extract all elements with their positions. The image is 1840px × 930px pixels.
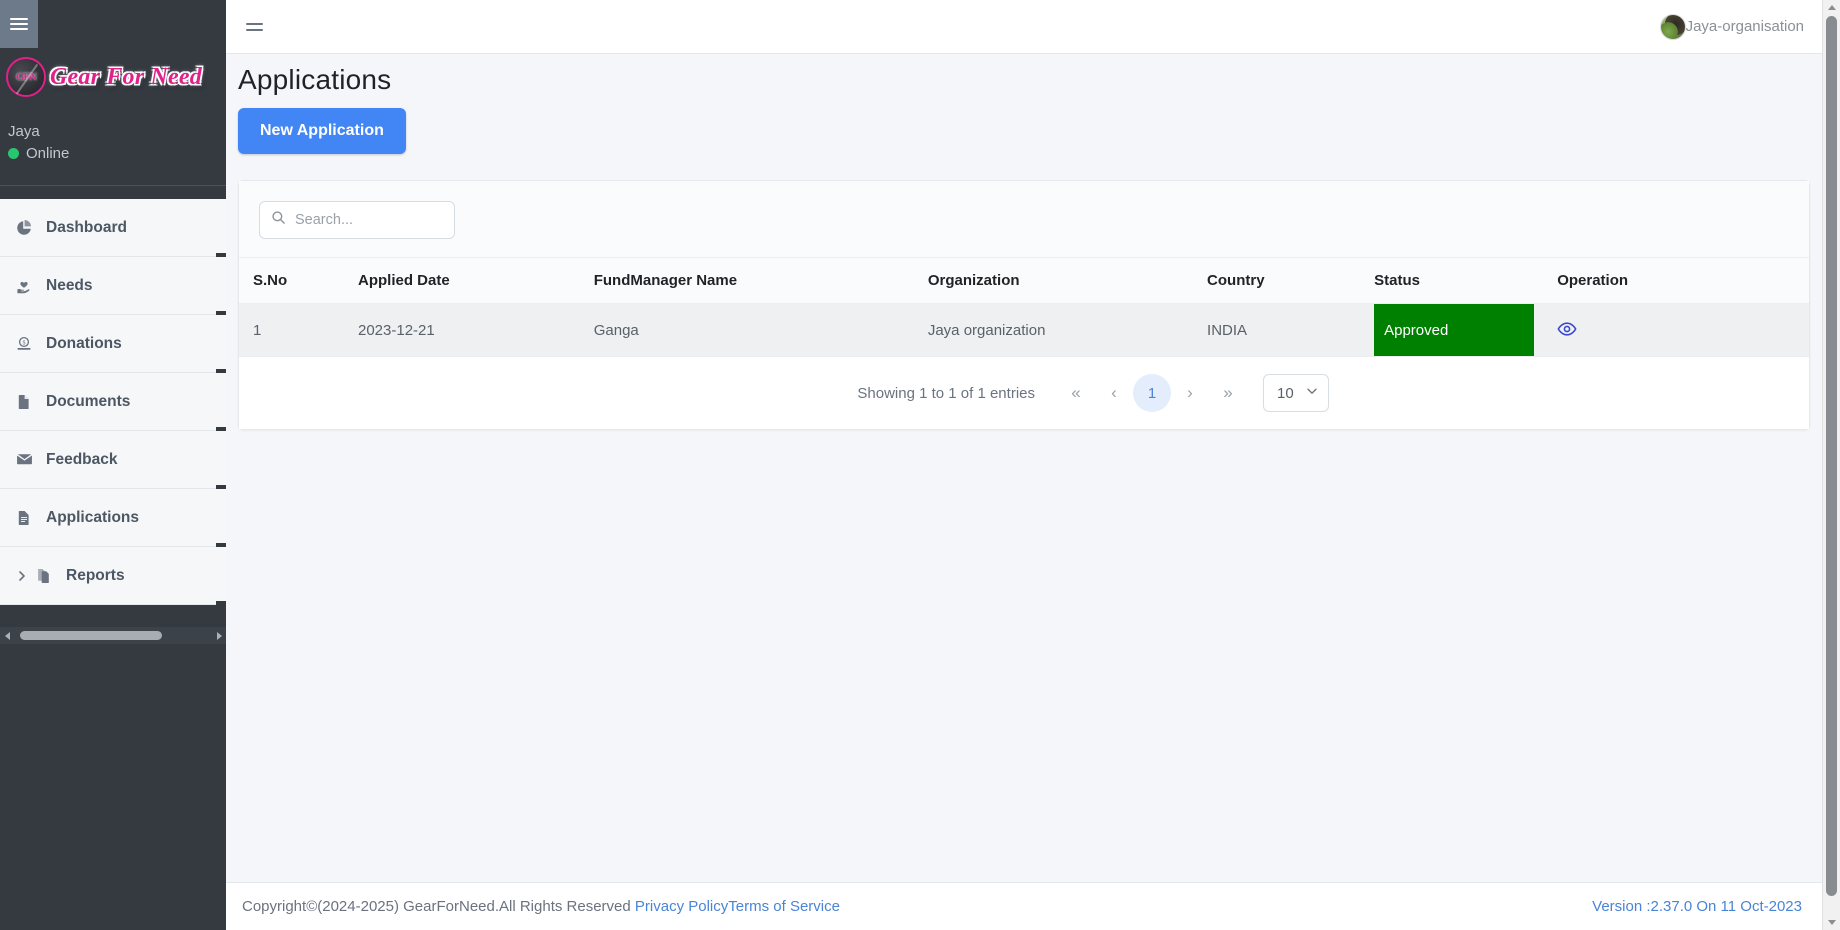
cell-country: INDIA (1207, 303, 1375, 356)
pagination-last-button[interactable]: » (1209, 374, 1247, 412)
sidebar: GFN Gear For Need Jaya Online Dashboard (0, 0, 226, 930)
sidebar-item-feedback[interactable]: Feedback (0, 431, 226, 489)
copy-files-icon (36, 568, 58, 584)
sidebar-item-applications[interactable]: Applications (0, 489, 226, 547)
status-badge: Approved (1374, 304, 1535, 356)
svg-text:$: $ (23, 339, 26, 346)
sidebar-item-label: Dashboard (46, 218, 127, 236)
main-area: Jaya-organisation Applications New Appli… (226, 0, 1822, 930)
sidebar-horizontal-scrollbar[interactable] (0, 627, 226, 644)
terms-of-service-link[interactable]: Terms of Service (728, 898, 840, 915)
column-header-sno: S.No (239, 258, 358, 304)
sidebar-scrollbar-thumb[interactable] (20, 631, 162, 640)
pagination-prev-button[interactable]: ‹ (1095, 374, 1133, 412)
sidebar-item-label: Reports (66, 566, 125, 584)
online-status-dot-icon (8, 148, 19, 159)
sidebar-item-donations[interactable]: $ Donations (0, 315, 226, 373)
eye-icon (1557, 319, 1577, 342)
content-area: New Application S.No Applied Date (226, 108, 1822, 430)
table-head: S.No Applied Date FundManager Name Organ… (239, 258, 1809, 304)
money-icon: $ (16, 336, 38, 352)
sidebar-divider (0, 185, 226, 186)
chevron-down-icon (1305, 384, 1319, 402)
sidebar-item-label: Documents (46, 392, 131, 410)
pie-chart-icon (16, 219, 38, 236)
column-header-status: Status (1374, 258, 1558, 304)
page-size-select[interactable]: 10 (1263, 374, 1329, 412)
file-icon (16, 394, 38, 410)
search-box[interactable] (259, 201, 455, 239)
cell-fundmanager: Ganga (593, 303, 928, 356)
scroll-down-arrow-icon[interactable] (1828, 920, 1836, 925)
cell-sno: 1 (239, 303, 358, 356)
table-body: 1 2023-12-21 Ganga Jaya organization IND… (239, 303, 1809, 356)
sidebar-user-status-label: Online (26, 145, 70, 162)
view-application-button[interactable] (1557, 319, 1577, 342)
brand-emblem-icon: GFN (6, 57, 46, 97)
applications-card: S.No Applied Date FundManager Name Organ… (238, 180, 1810, 430)
table-row: 1 2023-12-21 Ganga Jaya organization IND… (239, 303, 1809, 356)
cell-organization: Jaya organization (927, 303, 1208, 356)
cell-operation (1557, 303, 1809, 356)
page-size-value: 10 (1277, 384, 1294, 402)
scroll-left-arrow-icon[interactable] (0, 627, 14, 644)
sidebar-item-label: Feedback (46, 450, 118, 468)
page-footer: Copyright©(2024-2025) GearForNeed.All Ri… (226, 882, 1822, 930)
table-header-row: S.No Applied Date FundManager Name Organ… (239, 258, 1809, 304)
search-row (239, 181, 1809, 258)
sidebar-hamburger-button[interactable] (0, 0, 38, 48)
brand-logo[interactable]: GFN Gear For Need (6, 56, 220, 98)
footer-copyright-block: Copyright©(2024-2025) GearForNeed.All Ri… (242, 898, 840, 915)
sidebar-item-needs[interactable]: Needs (0, 257, 226, 315)
sidebar-item-dashboard[interactable]: Dashboard (0, 199, 226, 257)
sidebar-user-status: Online (8, 145, 208, 162)
privacy-policy-link[interactable]: Privacy Policy (635, 898, 728, 915)
cell-status: Approved (1374, 303, 1558, 356)
search-input[interactable] (295, 212, 443, 228)
topbar-user-menu[interactable]: Jaya-organisation (1659, 13, 1804, 40)
chevron-right-icon (16, 570, 32, 582)
sidebar-user-name: Jaya (8, 123, 40, 140)
sidebar-item-reports[interactable]: Reports (0, 547, 226, 605)
column-header-organization: Organization (927, 258, 1208, 304)
column-header-applied-date: Applied Date (358, 258, 594, 304)
page-vertical-scrollbar[interactable] (1822, 0, 1840, 930)
sidebar-user-block: Jaya Online (8, 122, 208, 162)
sidebar-nav: Dashboard Needs $ Donations Documents Fe… (0, 199, 226, 605)
brand-emblem-text: GFN (15, 71, 37, 83)
application-root: GFN Gear For Need Jaya Online Dashboard (0, 0, 1840, 930)
pagination-bar: Showing 1 to 1 of 1 entries « ‹ 1 › » 10 (239, 356, 1809, 429)
footer-copyright-text: Copyright©(2024-2025) GearForNeed.All Ri… (242, 898, 635, 915)
document-icon (16, 510, 38, 526)
sidebar-item-label: Applications (46, 508, 140, 526)
brand-name: Gear For Need (50, 63, 202, 90)
applications-table: S.No Applied Date FundManager Name Organ… (239, 258, 1809, 356)
hamburger-icon (10, 18, 28, 30)
cell-applied-date: 2023-12-21 (358, 303, 594, 356)
scroll-up-arrow-icon[interactable] (1828, 5, 1836, 10)
column-header-operation: Operation (1557, 258, 1809, 304)
sidebar-item-label: Needs (46, 276, 93, 294)
column-header-fundmanager: FundManager Name (593, 258, 928, 304)
pagination-page-1[interactable]: 1 (1133, 374, 1171, 412)
vertical-scrollbar-thumb[interactable] (1826, 16, 1837, 896)
envelope-icon (16, 451, 38, 468)
avatar (1659, 13, 1686, 40)
sidebar-item-documents[interactable]: Documents (0, 373, 226, 431)
new-application-button[interactable]: New Application (238, 108, 406, 154)
top-navbar: Jaya-organisation (226, 0, 1822, 54)
pagination-info: Showing 1 to 1 of 1 entries (857, 384, 1035, 402)
topbar-user-label: Jaya-organisation (1685, 18, 1804, 35)
pagination-first-button[interactable]: « (1057, 374, 1095, 412)
topbar-menu-toggle-button[interactable] (240, 17, 269, 37)
column-header-country: Country (1207, 258, 1375, 304)
scroll-right-arrow-icon[interactable] (212, 627, 226, 644)
page-title: Applications (238, 64, 392, 95)
hand-heart-icon (16, 278, 38, 294)
search-icon (271, 210, 286, 230)
sidebar-item-label: Donations (46, 334, 122, 352)
footer-version: Version :2.37.0 On 11 Oct-2023 (1592, 898, 1802, 915)
pagination-next-button[interactable]: › (1171, 374, 1209, 412)
